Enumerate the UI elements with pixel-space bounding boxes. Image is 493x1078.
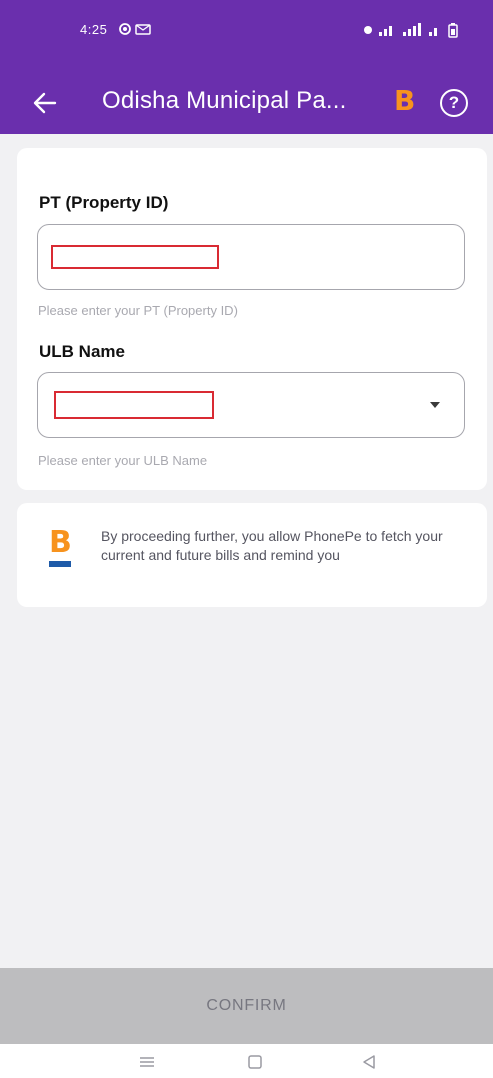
status-time: 4:25 xyxy=(80,22,108,37)
logo-strip xyxy=(49,561,71,567)
menu-icon xyxy=(140,1057,154,1067)
home-icon xyxy=(248,1055,262,1069)
system-nav-bar xyxy=(0,1044,493,1078)
redacted-value xyxy=(51,245,219,269)
bharat-billpay-logo: B xyxy=(49,527,75,581)
back-button[interactable] xyxy=(28,86,62,120)
ulb-name-label: ULB Name xyxy=(39,342,125,361)
confirm-button[interactable]: CONFIRM xyxy=(0,968,493,1044)
page-title: Odisha Municipal Pa... xyxy=(102,87,347,114)
dropdown-caret-icon xyxy=(430,402,440,408)
property-id-input[interactable] xyxy=(37,224,465,290)
status-bar: 4:25 xyxy=(0,0,493,72)
redacted-value xyxy=(54,391,214,419)
recent-apps-button[interactable] xyxy=(134,1052,160,1072)
home-button[interactable] xyxy=(242,1052,268,1072)
arrow-left-icon xyxy=(33,92,57,114)
property-id-helper: Please enter your PT (Property ID) xyxy=(38,303,238,318)
ulb-name-dropdown[interactable] xyxy=(37,372,465,438)
ulb-name-helper: Please enter your ULB Name xyxy=(38,453,208,468)
app-bar: Odisha Municipal Pa... B ? xyxy=(0,72,493,134)
bharat-billpay-logo: B xyxy=(394,84,416,117)
consent-text: By proceeding further, you allow PhonePe… xyxy=(101,528,443,563)
back-nav-button[interactable] xyxy=(356,1052,382,1072)
status-notification-icons xyxy=(118,22,154,39)
bharat-billpay-letter: B xyxy=(49,525,72,560)
confirm-label: CONFIRM xyxy=(206,997,287,1014)
help-icon: ? xyxy=(448,93,460,112)
bill-details-form: PT (Property ID) Please enter your PT (P… xyxy=(17,148,487,490)
help-button[interactable]: ? xyxy=(440,89,468,117)
triangle-back-icon xyxy=(363,1055,375,1069)
sync-icon xyxy=(119,23,151,35)
consent-card: B By proceeding further, you allow Phone… xyxy=(17,503,487,607)
status-system-icons xyxy=(363,22,463,41)
signal-battery-icon xyxy=(364,23,458,38)
property-id-label: PT (Property ID) xyxy=(39,193,169,212)
